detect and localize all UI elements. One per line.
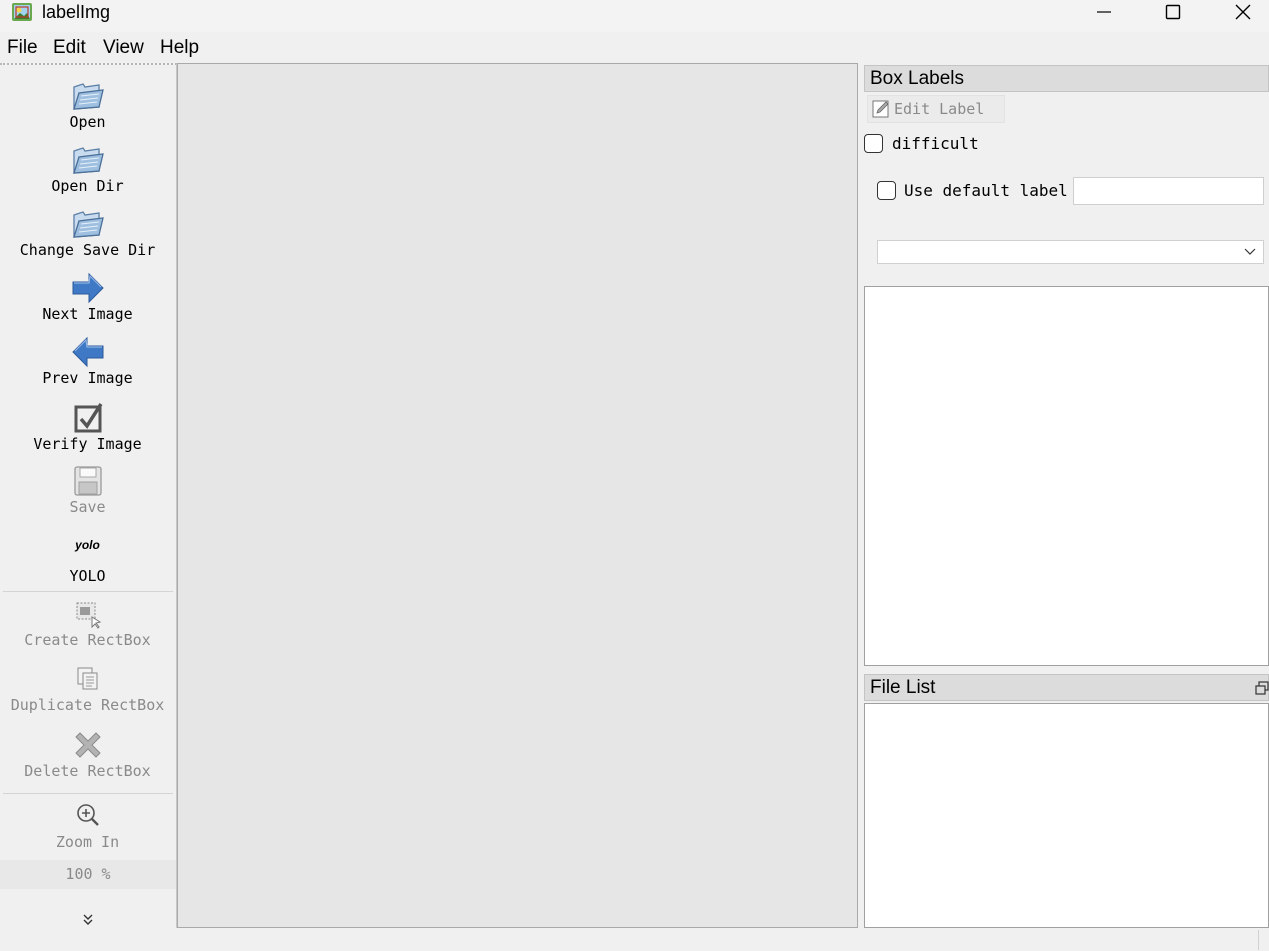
verify-image-button[interactable]: Verify Image	[0, 401, 175, 453]
toolbar: Open Open Dir Change Save Dir Next Image…	[0, 63, 177, 928]
zoom-in-button[interactable]: Zoom In	[0, 799, 175, 851]
duplicate-rectbox-button[interactable]: Duplicate RectBox	[0, 662, 175, 714]
format-label: YOLO	[69, 567, 106, 585]
file-list-title: File List	[864, 674, 1269, 701]
folder-open-icon	[72, 147, 104, 174]
maximize-icon	[1165, 4, 1181, 20]
arrow-left-icon	[71, 336, 103, 368]
menu-file[interactable]: File	[7, 37, 38, 59]
chevron-double-down-icon	[83, 914, 93, 925]
verify-image-label: Verify Image	[33, 435, 142, 453]
menu-help[interactable]: Help	[160, 37, 199, 59]
label-combobox[interactable]	[877, 240, 1264, 264]
image-canvas[interactable]	[177, 63, 858, 928]
folder-open-icon	[72, 83, 104, 110]
change-save-dir-label: Change Save Dir	[19, 241, 156, 259]
zoom-in-label: Zoom In	[55, 833, 120, 851]
difficult-label: difficult	[892, 134, 979, 153]
use-default-label-checkbox[interactable]	[877, 181, 896, 200]
float-window-icon	[1255, 681, 1269, 695]
copy-icon	[77, 667, 97, 690]
save-button[interactable]: Save	[0, 464, 175, 516]
next-image-label: Next Image	[42, 305, 133, 323]
minimize-icon	[1097, 11, 1111, 13]
delete-rectbox-label: Delete RectBox	[24, 762, 151, 780]
file-list[interactable]	[864, 703, 1269, 928]
maximize-button[interactable]	[1138, 0, 1208, 24]
label-list[interactable]	[864, 286, 1269, 666]
close-button[interactable]	[1208, 0, 1269, 24]
folder-open-icon	[72, 211, 104, 238]
draw-rect-icon	[76, 602, 101, 629]
edit-label-text: Edit Label	[894, 100, 985, 118]
create-rectbox-label: Create RectBox	[24, 631, 151, 649]
toolbar-separator	[3, 793, 173, 794]
zoom-value-spinbox[interactable]: 100 %	[0, 860, 176, 889]
open-label: Open	[69, 113, 106, 131]
labelimg-app-icon	[11, 1, 33, 23]
change-save-dir-button[interactable]: Change Save Dir	[0, 207, 175, 259]
delete-x-icon	[74, 732, 101, 758]
title-bar: labelImg	[0, 0, 1269, 32]
format-button[interactable]: yolo YOLO	[0, 535, 175, 585]
save-label: Save	[69, 498, 106, 516]
prev-image-button[interactable]: Prev Image	[0, 335, 175, 387]
chevron-down-icon	[1244, 248, 1256, 255]
toolbar-extension-button[interactable]	[78, 910, 98, 930]
delete-rectbox-button[interactable]: Delete RectBox	[0, 728, 175, 780]
checkbox-checked-icon	[74, 403, 102, 433]
next-image-button[interactable]: Next Image	[0, 271, 175, 323]
arrow-right-icon	[72, 272, 104, 304]
open-dir-button[interactable]: Open Dir	[0, 143, 175, 195]
edit-label-button[interactable]: Edit Label	[867, 95, 1005, 123]
status-bar	[0, 928, 1269, 951]
difficult-checkbox[interactable]	[864, 134, 883, 153]
toolbar-separator	[3, 591, 173, 592]
yolo-icon: yolo	[75, 538, 100, 552]
prev-image-label: Prev Image	[42, 369, 133, 387]
floppy-disk-icon	[73, 466, 102, 496]
default-label-input[interactable]	[1073, 177, 1264, 205]
use-default-label-label: Use default label	[904, 181, 1068, 200]
menu-view[interactable]: View	[103, 37, 144, 59]
float-dock-button[interactable]	[1255, 681, 1269, 695]
duplicate-rectbox-label: Duplicate RectBox	[10, 696, 165, 714]
size-grip	[1258, 930, 1259, 950]
edit-icon	[872, 100, 889, 118]
window-title: labelImg	[42, 2, 111, 22]
open-dir-label: Open Dir	[51, 177, 124, 195]
close-icon	[1235, 4, 1251, 20]
menu-edit[interactable]: Edit	[53, 37, 86, 59]
minimize-button[interactable]	[1069, 0, 1139, 24]
box-labels-title: Box Labels	[864, 65, 1269, 92]
create-rectbox-button[interactable]: Create RectBox	[0, 597, 175, 649]
zoom-in-icon	[76, 804, 99, 826]
open-button[interactable]: Open	[0, 79, 175, 131]
menu-bar: File Edit View Help	[0, 33, 1269, 63]
